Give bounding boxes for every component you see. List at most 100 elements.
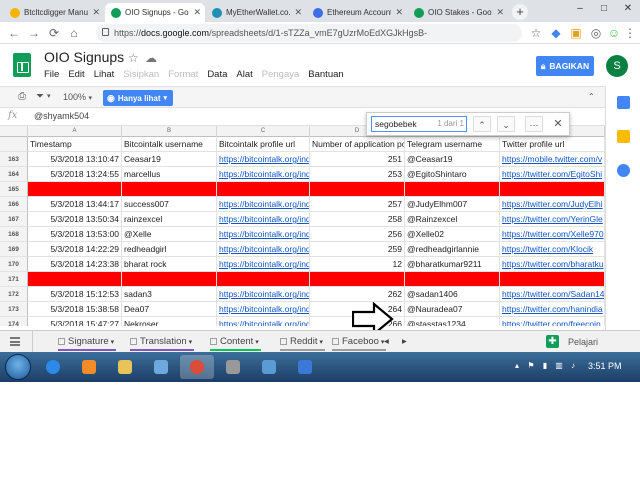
find-more-button[interactable]: ⋯ [525,116,543,132]
cell[interactable]: https://twitter.com/Black [500,182,605,197]
cell[interactable]: 259 [310,242,405,257]
close-window-button[interactable]: ✕ [616,0,640,18]
cell[interactable]: https://bitcointalk.org/inde [217,272,310,287]
corner-cell[interactable] [0,126,28,137]
keep-icon[interactable] [617,130,630,143]
cell[interactable]: marcellus [122,167,217,182]
cell[interactable]: 5/3/2018 14:48:00 [28,272,122,287]
cell[interactable]: 5/3/2018 15:12:53 [28,287,122,302]
new-tab-button[interactable]: + [512,4,528,20]
column-header[interactable]: A [28,126,122,137]
cell[interactable]: @Xelle [122,227,217,242]
star-doc-icon[interactable]: ☆ [128,51,139,65]
cell[interactable]: https://twitter.com/Xelle970 [500,227,605,242]
cell[interactable]: success007 [122,197,217,212]
minimize-button[interactable]: – [568,0,592,18]
star-icon[interactable]: ☆ [528,25,544,41]
menu-bantuan[interactable]: Bantuan [308,69,343,80]
browser-tab[interactable]: MyEtherWallet.co... ✕ [206,3,306,22]
cell[interactable]: @stasstas1234 [405,317,500,326]
cell[interactable]: 258 [310,212,405,227]
collapse-icon[interactable]: ⌃ [588,90,595,104]
find-input[interactable]: segobebek 1 dari 1 [371,116,467,132]
cell[interactable]: https://bitcointalk.org/inde [217,227,310,242]
row-number[interactable] [0,137,28,152]
sheet-tab-menu-icon[interactable]: ▾ [187,339,193,346]
close-tab-icon[interactable]: ✕ [496,7,504,18]
close-tab-icon[interactable]: ✕ [294,7,302,18]
cell[interactable]: https://twitter.com/bharatku [500,257,605,272]
cell[interactable]: rainzexcel [122,212,217,227]
reload-icon[interactable]: ⟳ [46,25,62,41]
cell[interactable]: https://bitcointalk.org/inde [217,152,310,167]
cell[interactable]: 5/3/2018 13:10:47 [28,152,122,167]
cell[interactable]: https://bitcointalk.org/inde [217,257,310,272]
cell[interactable]: redheadgirl [122,242,217,257]
sheet-tab-menu-icon[interactable]: ▾ [317,339,323,346]
browser-tab[interactable]: OIO Signups - Goo... ✕ [105,3,205,22]
cell[interactable]: 5/3/2018 13:50:34 [28,212,122,227]
cell[interactable]: https://twitter.com/EgitoShi [500,167,605,182]
cell[interactable]: @Xelle02 [405,227,500,242]
find-prev-button[interactable]: ⌃ [473,116,491,132]
cell[interactable]: 251 [310,152,405,167]
cell[interactable]: 5/3/2018 13:30:26 [28,182,122,197]
row-number[interactable]: 167 [0,212,28,227]
menu-lihat[interactable]: Lihat [94,69,115,80]
browser-menu-icon[interactable]: ⋮ [622,25,638,41]
print-icon[interactable]: ⎙ [18,90,26,104]
cell[interactable]: @JudyElhm007 [405,197,500,212]
cell[interactable]: 256 [310,227,405,242]
taskbar-app[interactable] [180,355,214,379]
menu-data[interactable]: Data [207,69,227,80]
cell[interactable]: @sadan1406 [405,287,500,302]
avatar[interactable]: S [606,55,628,77]
cell[interactable]: Acapri [122,182,217,197]
cell[interactable]: Telegram username [405,137,500,152]
sheet-tab[interactable]: Signature ▾ [52,333,120,351]
profile-icon[interactable]: ☺ [606,25,622,41]
cell[interactable]: 5/3/2018 14:22:29 [28,242,122,257]
cell[interactable]: zuhrihabib [122,272,217,287]
row-number[interactable]: 170 [0,257,28,272]
share-button[interactable]: 🔒︎ BAGIKAN [536,56,594,76]
explore-button[interactable]: ✚ Pelajari [546,334,626,350]
row-number[interactable]: 168 [0,227,28,242]
taskbar-app[interactable] [216,355,250,379]
calendar-icon[interactable] [617,96,630,109]
close-tab-icon[interactable]: ✕ [92,7,100,18]
taskbar-app[interactable] [72,355,106,379]
sheet-tab[interactable]: Translation ▾ [124,333,198,351]
cell[interactable]: https://twitter.com/Klocik [500,242,605,257]
cell[interactable]: Nekroser [122,317,217,326]
cell[interactable]: 261 [310,272,405,287]
formula-input[interactable]: @shyamk504 [34,111,89,121]
cell[interactable]: https://bitcointalk.org/inde [217,242,310,257]
cell[interactable]: 257 [310,197,405,212]
row-number[interactable]: 172 [0,287,28,302]
extension-icon-3[interactable]: ◎ [588,25,604,41]
row-number[interactable]: 169 [0,242,28,257]
cell[interactable]: https://mobile.twitter.com/v [500,152,605,167]
cell[interactable]: @bharatkumar9211 [405,257,500,272]
filter-dropdown-icon[interactable]: ▾ [47,90,51,104]
cell[interactable]: https://bitcointalk.org/inde [217,287,310,302]
sheets-logo-icon[interactable] [13,53,31,77]
cell[interactable]: @EgitoShintaro [405,167,500,182]
row-number[interactable]: 171 [0,272,28,287]
cell[interactable]: https://bitcointalk.org/inde [217,212,310,227]
view-only-button[interactable]: ◉ Hanya lihat ▾ [103,90,173,106]
cell[interactable]: https://bitcointalk.org/inde [217,182,310,197]
close-tab-icon[interactable]: ✕ [395,7,403,18]
menu-file[interactable]: File [44,69,59,80]
back-icon[interactable]: ← [6,25,22,41]
cell[interactable]: 12 [310,257,405,272]
cell[interactable]: https://bitcointalk.org/inde [217,317,310,326]
cell[interactable]: https://twitter.com/Sadan14 [500,287,605,302]
cell[interactable]: Bitcointalk profile url [217,137,310,152]
cell[interactable]: https://twitter.com/hanindia [500,302,605,317]
cell[interactable]: @redheadgirlannie [405,242,500,257]
menu-edit[interactable]: Edit [68,69,84,80]
column-header[interactable]: B [122,126,217,137]
cell[interactable]: @Rainzexcel [405,212,500,227]
